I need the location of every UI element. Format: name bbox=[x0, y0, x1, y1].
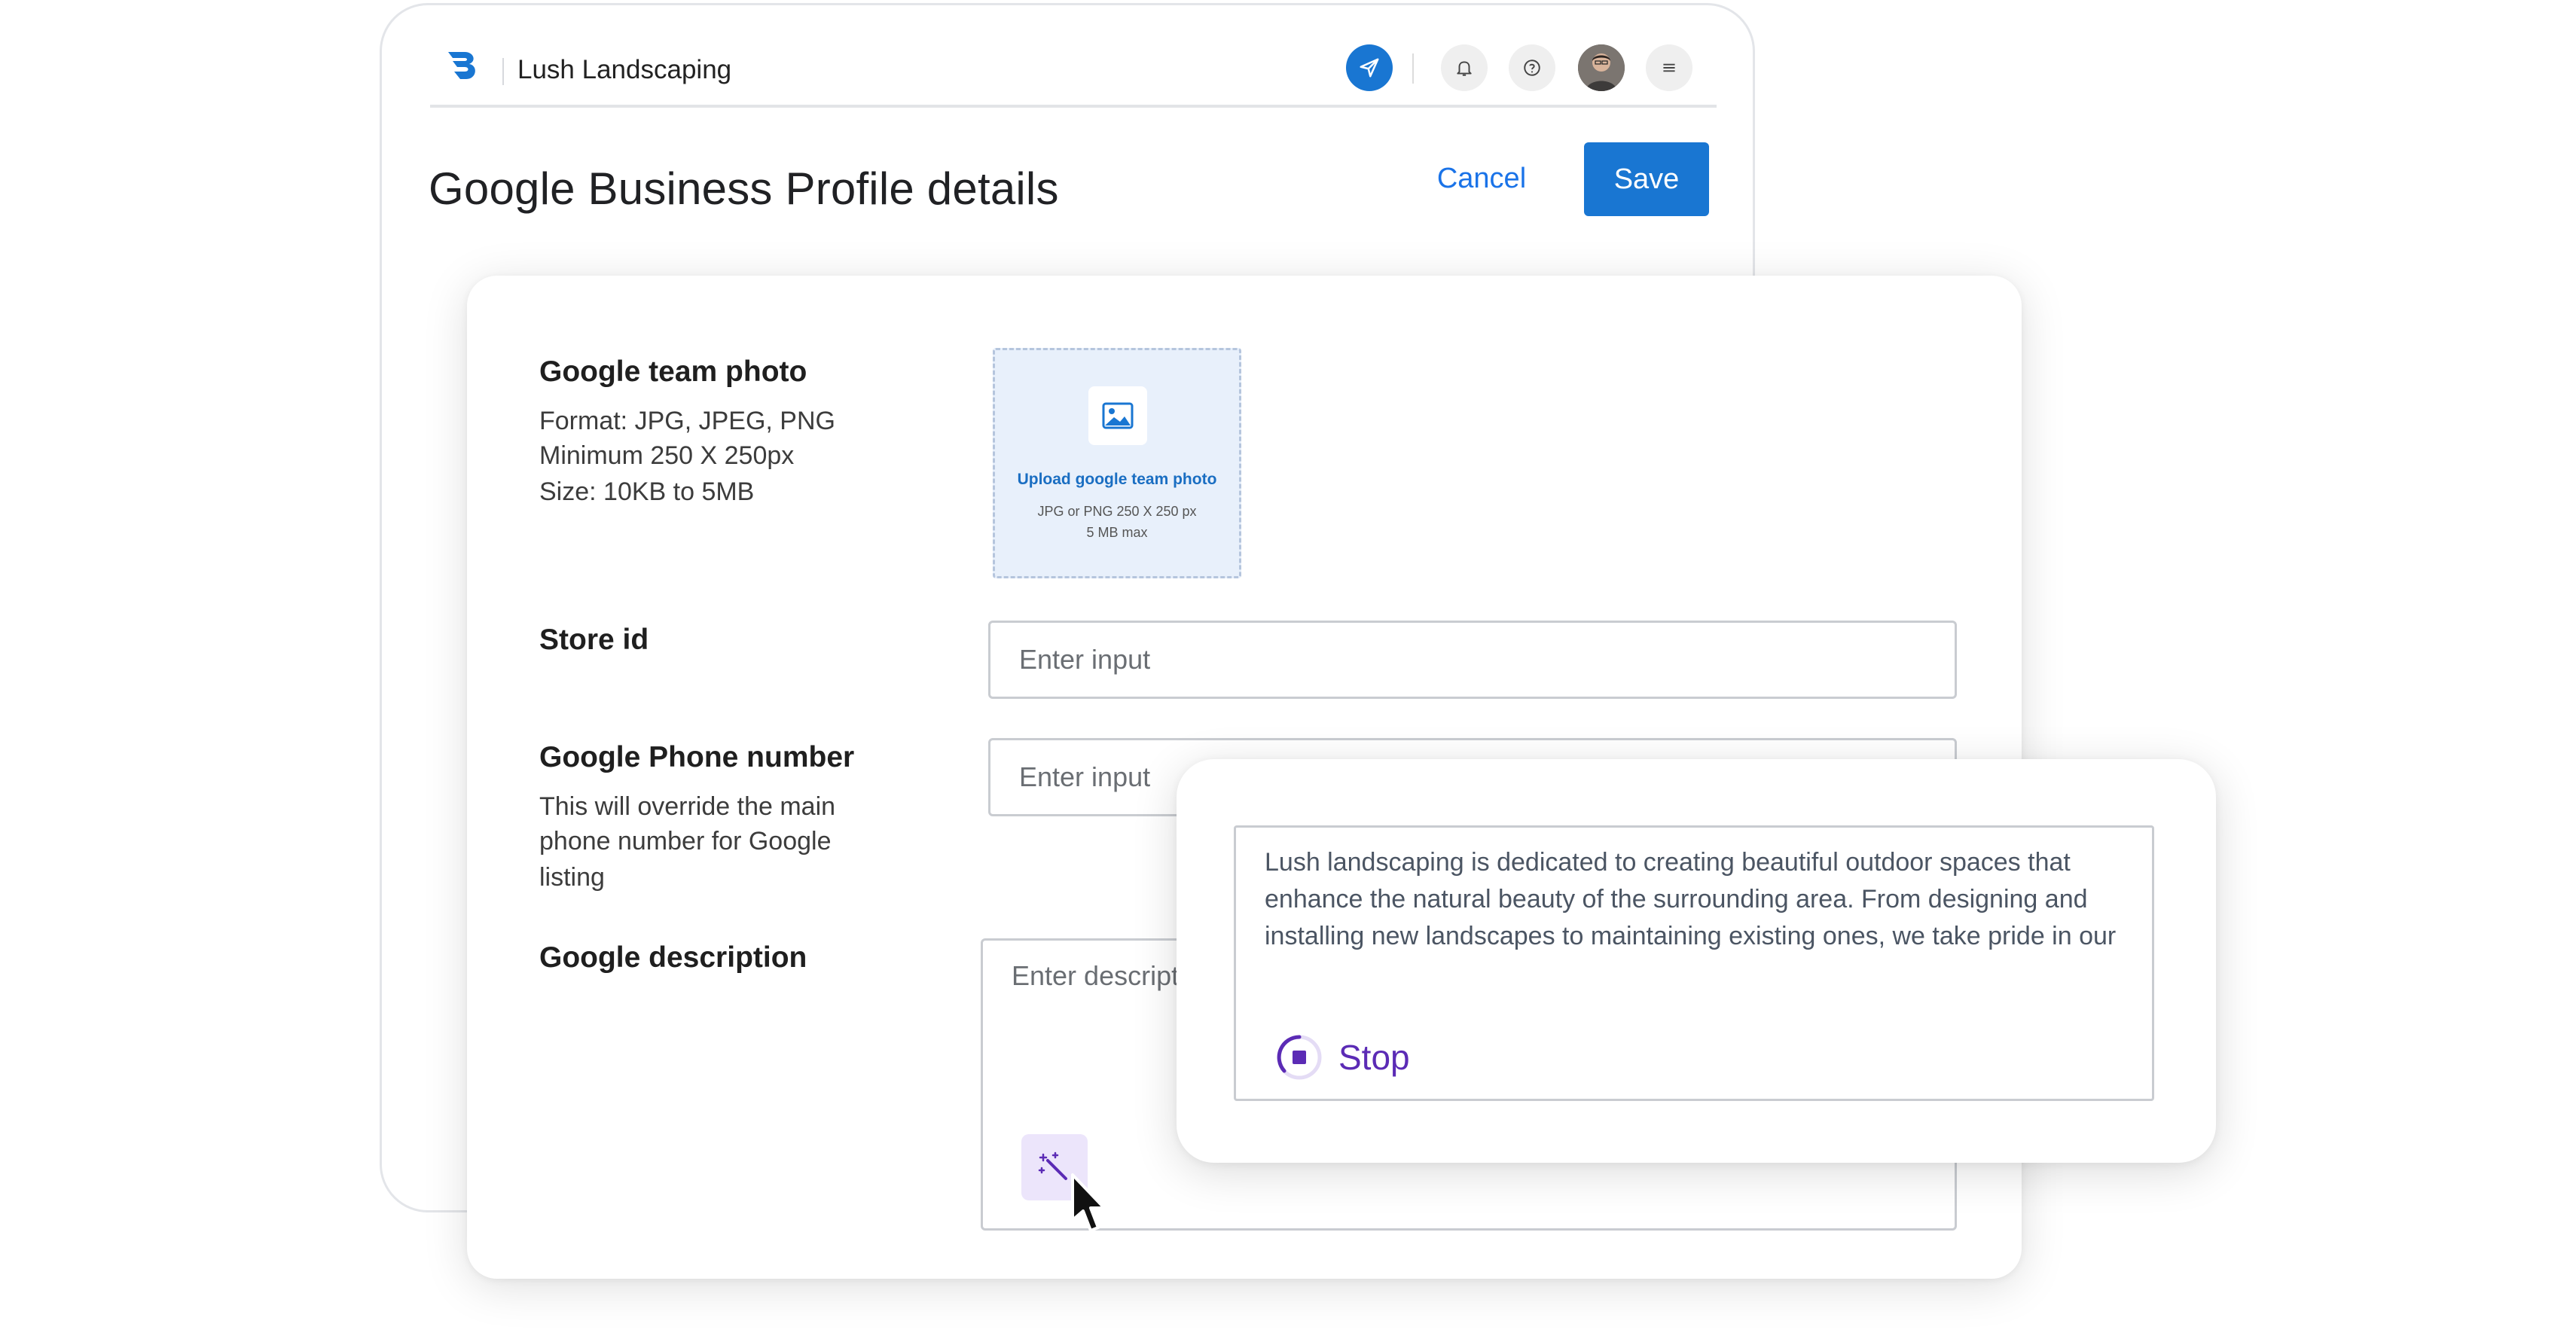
help-icon bbox=[1524, 59, 1540, 76]
cancel-button[interactable]: Cancel bbox=[1414, 142, 1549, 215]
ai-generation-popup: Lush landscaping is dedicated to creatin… bbox=[1177, 759, 2216, 1163]
toolbar-divider bbox=[1412, 53, 1414, 84]
user-avatar-icon bbox=[1578, 44, 1625, 91]
app-name: Lush Landscaping bbox=[517, 55, 732, 84]
top-bar: Lush Landscaping bbox=[430, 5, 1717, 108]
menu-icon bbox=[1663, 63, 1675, 72]
logo-divider bbox=[502, 58, 504, 85]
upload-title: Upload google team photo bbox=[1017, 471, 1217, 488]
stop-label: Stop bbox=[1338, 1038, 1410, 1077]
help-button[interactable] bbox=[1509, 44, 1555, 91]
notifications-button[interactable] bbox=[1441, 44, 1488, 91]
phone-help-line-3: listing bbox=[539, 863, 605, 892]
send-icon bbox=[1360, 58, 1379, 78]
team-photo-format: Format: JPG, JPEG, PNG bbox=[539, 407, 835, 435]
photo-upload-dropzone[interactable]: Upload google team photo JPG or PNG 250 … bbox=[993, 348, 1241, 578]
image-icon bbox=[1102, 402, 1134, 429]
avatar[interactable] bbox=[1578, 44, 1625, 91]
app-logo-icon[interactable] bbox=[444, 44, 486, 87]
send-button[interactable] bbox=[1346, 44, 1393, 91]
image-icon-wrap bbox=[1088, 386, 1147, 445]
phone-help-line-1: This will override the main bbox=[539, 792, 836, 821]
menu-button[interactable] bbox=[1646, 44, 1692, 91]
generated-text-box[interactable]: Lush landscaping is dedicated to creatin… bbox=[1234, 825, 2154, 1101]
mouse-cursor-icon bbox=[1071, 1173, 1106, 1232]
upload-format-hint: JPG or PNG 250 X 250 px bbox=[1037, 504, 1197, 519]
page-title: Google Business Profile details bbox=[429, 163, 1059, 214]
bell-icon bbox=[1457, 61, 1472, 76]
loading-spinner-stop-icon bbox=[1277, 1035, 1322, 1080]
team-photo-size: Size: 10KB to 5MB bbox=[539, 477, 755, 506]
store-id-input[interactable] bbox=[988, 621, 1957, 699]
save-button[interactable]: Save bbox=[1584, 142, 1709, 216]
generated-description-text: Lush landscaping is dedicated to creatin… bbox=[1265, 848, 2117, 950]
team-photo-minimum: Minimum 250 X 250px bbox=[539, 441, 795, 470]
stop-generation-button[interactable]: Stop bbox=[1275, 1031, 1410, 1084]
magic-wand-icon bbox=[1038, 1151, 1067, 1180]
phone-help-line-2: phone number for Google bbox=[539, 827, 832, 856]
team-photo-label: Google team photo bbox=[539, 355, 807, 388]
upload-size-hint: 5 MB max bbox=[1086, 525, 1148, 540]
phone-label: Google Phone number bbox=[539, 741, 855, 773]
description-label: Google description bbox=[539, 941, 807, 974]
store-id-label: Store id bbox=[539, 624, 649, 656]
